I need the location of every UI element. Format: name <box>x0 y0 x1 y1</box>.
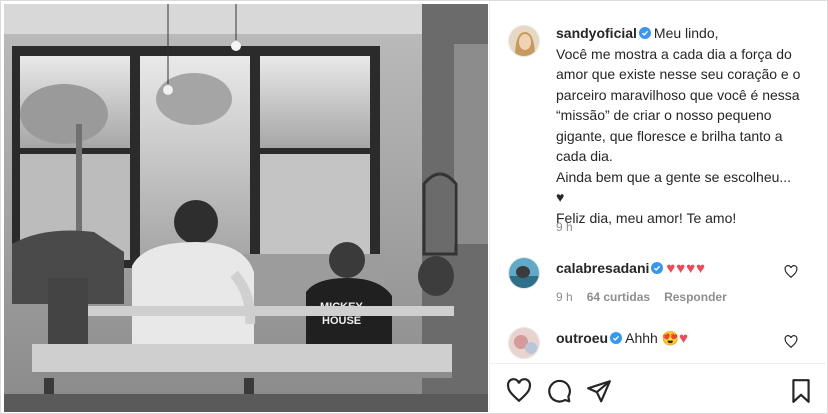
comment-heart: ♥ <box>679 330 690 347</box>
post-photo-image: MICKEY HOUSE <box>4 4 488 412</box>
comment-like-heart-icon[interactable] <box>784 335 798 349</box>
author-avatar-image <box>509 26 539 56</box>
comment-reply-button[interactable]: Responder <box>664 290 727 304</box>
comment-meta: 9 h 64 curtidas Responder <box>556 290 727 304</box>
svg-text:HOUSE: HOUSE <box>322 315 361 327</box>
post-side-panel: sandyoficial Meu lindo, Você me mostra a … <box>489 1 828 414</box>
post-caption: sandyoficial Meu lindo, Você me mostra a … <box>556 23 808 228</box>
commenter-avatar[interactable] <box>508 257 540 289</box>
comment-time[interactable]: 9 h <box>556 290 573 304</box>
comment-username[interactable]: outroeu <box>556 330 608 346</box>
comment-username[interactable]: calabresadani <box>556 260 649 276</box>
comment-text: Ahhh <box>625 330 658 346</box>
comment-likes-count[interactable]: 64 curtidas <box>587 290 650 304</box>
commenter-avatar[interactable] <box>508 327 540 359</box>
verified-badge-icon <box>638 27 651 39</box>
comments-scroll-area[interactable]: sandyoficial Meu lindo, Você me mostra a … <box>490 1 828 363</box>
comment-item: calabresadani ♥♥♥♥ <box>556 259 786 278</box>
verified-badge-icon <box>651 262 664 274</box>
comment-text: ♥♥♥♥ <box>666 260 707 277</box>
author-avatar[interactable] <box>508 25 540 57</box>
heart-outline-icon[interactable] <box>506 378 532 404</box>
comment-like-heart-icon[interactable] <box>784 265 798 279</box>
author-username[interactable]: sandyoficial <box>556 25 637 41</box>
comment-item: outroeu Ahhh 😍♥ <box>556 329 786 348</box>
post-action-bar <box>490 363 828 414</box>
instagram-post: MICKEY HOUSE <box>0 0 828 414</box>
bookmark-icon[interactable] <box>788 378 814 404</box>
paper-plane-icon[interactable] <box>586 378 612 404</box>
post-photo[interactable]: MICKEY HOUSE <box>4 4 488 412</box>
comment-emoji: 😍 <box>661 330 680 346</box>
caption-first-line: Meu lindo, <box>653 25 719 41</box>
commenter-avatar-image <box>509 258 539 288</box>
comment-bubble-icon[interactable] <box>546 378 572 404</box>
commenter-avatar-image <box>509 328 539 358</box>
caption-body: Você me mostra a cada dia a força do amo… <box>556 45 801 226</box>
post-timestamp[interactable]: 9 h <box>556 220 573 234</box>
verified-badge-icon <box>610 332 623 344</box>
